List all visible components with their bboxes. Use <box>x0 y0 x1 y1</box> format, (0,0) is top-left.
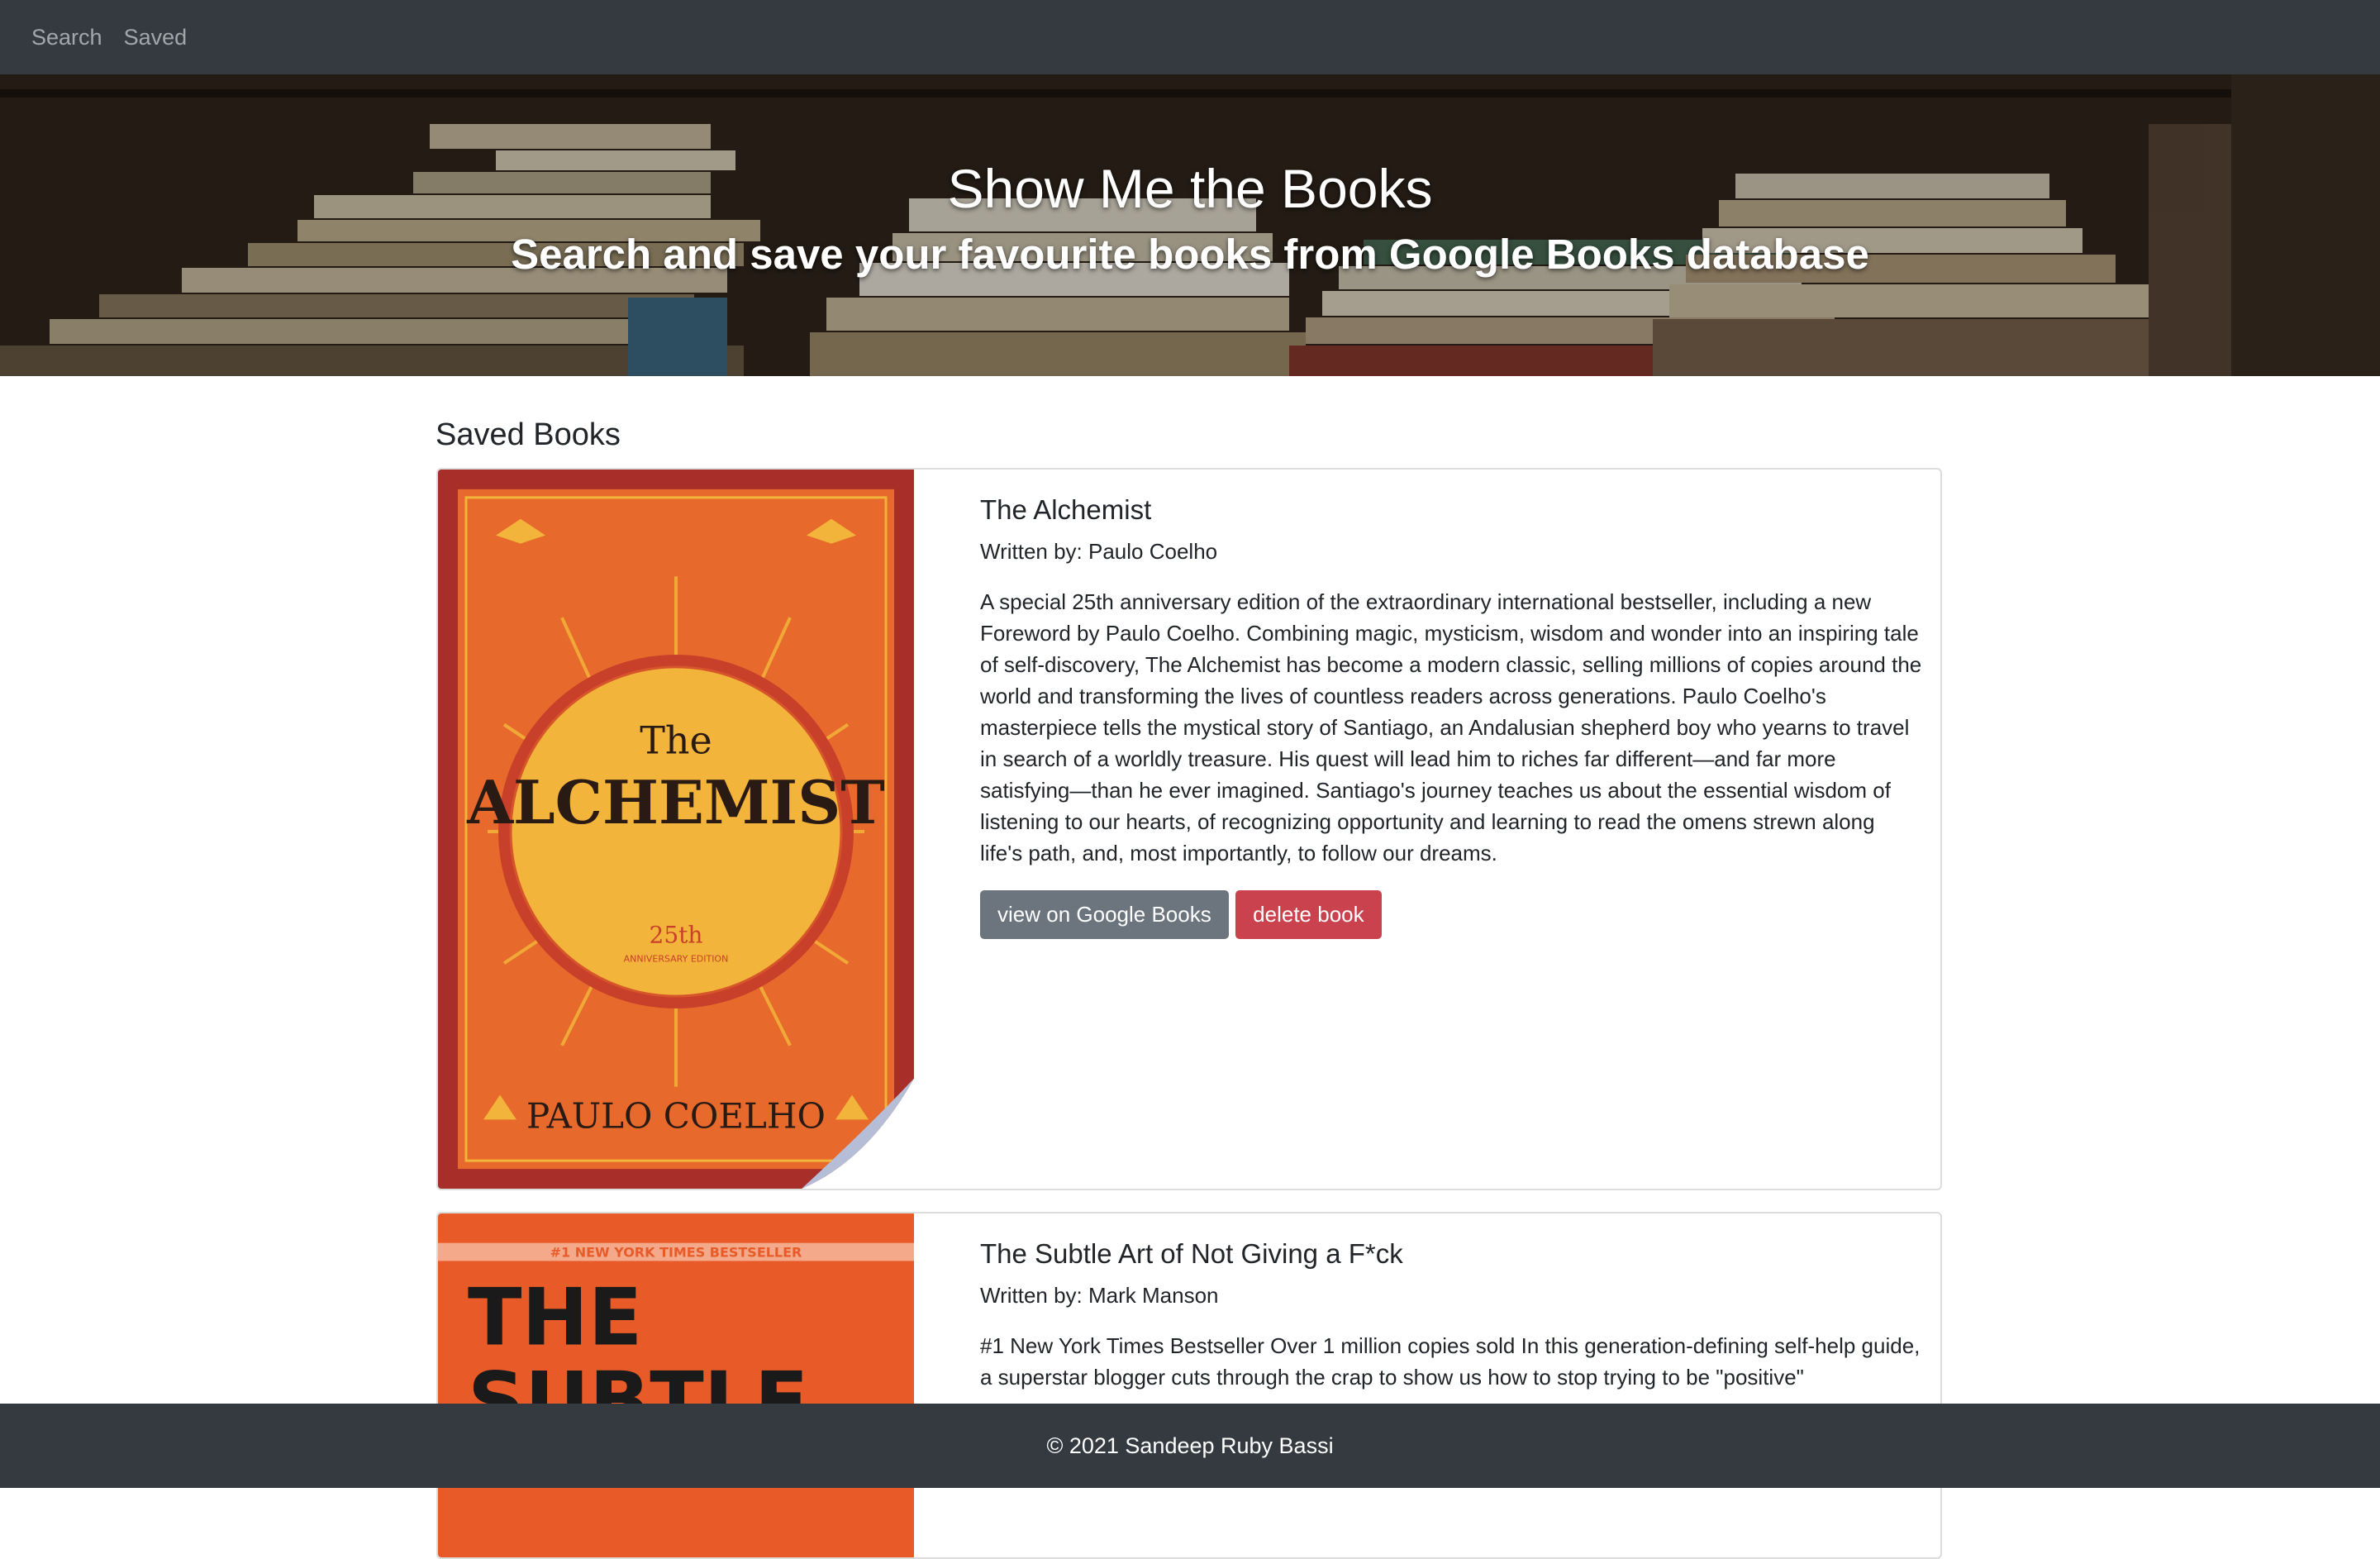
delete-book-button[interactable]: delete book <box>1235 890 1382 939</box>
book-card: #1 NEW YORK TIMES BESTSELLER THE SUBTLE … <box>436 1212 1942 1559</box>
nav-saved-link[interactable]: Saved <box>124 25 188 50</box>
footer-copyright: © 2021 Sandeep Ruby Bassi <box>1046 1433 1334 1458</box>
saved-books-heading: Saved Books <box>436 417 621 452</box>
nav-search-link[interactable]: Search <box>31 25 102 50</box>
book-author: Written by: Mark Manson <box>980 1283 1219 1308</box>
cover-author: PAULO COELHO <box>526 1095 826 1136</box>
book-cover-image: The ALCHEMIST 25th ANNIVERSARY EDITION P… <box>438 470 914 1189</box>
book-card-body: The Subtle Art of Not Giving a F*ck Writ… <box>980 1238 1922 1414</box>
book-card: The ALCHEMIST 25th ANNIVERSARY EDITION P… <box>436 468 1942 1190</box>
cover-edition: 25th <box>650 921 703 948</box>
hero-banner: Show Me the Books Search and save your f… <box>0 74 2380 376</box>
book-description: #1 New York Times Bestseller Over 1 mill… <box>980 1333 1921 1390</box>
top-navbar: Search Saved <box>0 0 2380 74</box>
hero-subtitle: Search and save your favourite books fro… <box>511 231 1869 278</box>
hero-title: Show Me the Books <box>947 158 1433 219</box>
book-title: The Alchemist <box>980 494 1152 525</box>
cover-edition-sub: ANNIVERSARY EDITION <box>624 953 729 964</box>
page-footer: © 2021 Sandeep Ruby Bassi <box>0 1404 2380 1488</box>
book-cover-image: #1 NEW YORK TIMES BESTSELLER THE SUBTLE <box>438 1213 914 1557</box>
view-on-google-books-button[interactable]: view on Google Books <box>980 890 1229 939</box>
cover-title-large: ALCHEMIST <box>466 768 885 837</box>
book-title: The Subtle Art of Not Giving a F*ck <box>980 1238 1403 1269</box>
book-card-body: The Alchemist Written by: Paulo Coelho A… <box>980 494 1922 939</box>
book-author: Written by: Paulo Coelho <box>980 539 1218 564</box>
cover-line1: THE <box>468 1271 642 1363</box>
cover-banner: #1 NEW YORK TIMES BESTSELLER <box>550 1245 802 1261</box>
book-description: A special 25th anniversary edition of th… <box>980 589 1922 865</box>
cover-title-small: The <box>640 718 712 763</box>
